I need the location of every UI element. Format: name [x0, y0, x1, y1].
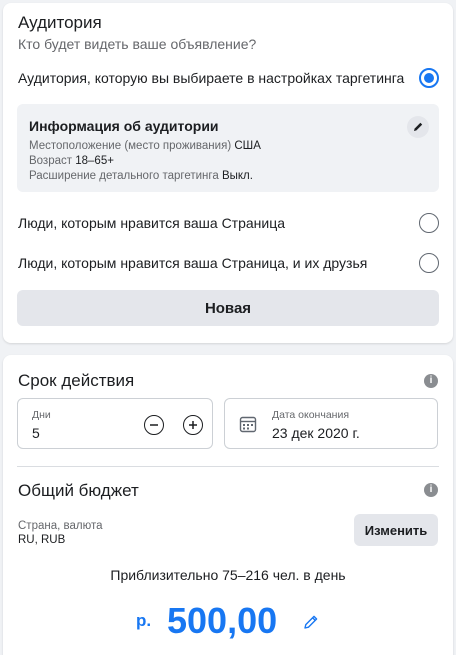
audience-option-page-likes[interactable]: Люди, которым нравится ваша Страница [3, 208, 453, 238]
radio-selected[interactable] [419, 68, 439, 88]
country-currency-value: RU, RUB [18, 534, 66, 546]
minus-icon [150, 424, 158, 426]
location-label: Местоположение (место проживания) [29, 140, 232, 152]
age-value: 18–65+ [75, 155, 114, 167]
audience-title: Аудитория [18, 13, 102, 32]
budget-amount-row[interactable]: р. 500,00 [3, 601, 453, 645]
duration-title: Срок действия [18, 371, 135, 390]
radio-unselected[interactable] [419, 213, 439, 233]
decrement-days-button[interactable] [144, 415, 164, 435]
section-divider [17, 466, 439, 467]
option-label: Люди, которым нравится ваша Страница [18, 215, 286, 231]
edit-audience-button[interactable] [407, 116, 429, 138]
audience-option-targeting[interactable]: Аудитория, которую вы выбираете в настро… [3, 63, 453, 93]
days-value: 5 [32, 425, 40, 441]
end-date-field[interactable]: Дата окончания 23 дек 2020 г. [224, 398, 438, 449]
expansion-line: Расширение детального таргетинга Выкл. [29, 170, 253, 182]
age-label: Возраст [29, 155, 73, 167]
option-label: Люди, которым нравится ваша Страница, и … [18, 255, 368, 271]
duration-budget-card: Срок действия i Дни 5 Дата окончания 23 … [3, 355, 453, 655]
country-currency-label: Страна, валюта [18, 520, 103, 532]
new-audience-button[interactable]: Новая [17, 290, 439, 326]
audience-info-box: Информация об аудитории Местоположение (… [17, 104, 439, 192]
days-label: Дни [32, 409, 51, 421]
duration-info-icon[interactable]: i [424, 374, 438, 388]
increment-days-button[interactable] [183, 415, 203, 435]
age-line: Возраст 18–65+ [29, 155, 114, 167]
expansion-value: Выкл. [221, 170, 253, 182]
plus-icon [189, 421, 197, 429]
radio-unselected[interactable] [419, 253, 439, 273]
budget-title: Общий бюджет [18, 481, 139, 500]
audience-option-page-likes-friends[interactable]: Люди, которым нравится ваша Страница, и … [3, 248, 453, 278]
end-date-label: Дата окончания [272, 409, 350, 421]
location-line: Местоположение (место проживания) США [29, 140, 261, 152]
location-value: США [234, 140, 261, 152]
expansion-label: Расширение детального таргетинга [29, 170, 219, 182]
days-field[interactable]: Дни 5 [17, 398, 213, 449]
audience-info-title: Информация об аудитории [29, 118, 219, 134]
pencil-icon[interactable] [302, 613, 320, 631]
budget-amount: 500,00 [167, 600, 278, 641]
calendar-icon [239, 416, 257, 433]
currency-symbol: р. [136, 611, 152, 630]
audience-subtitle: Кто будет видеть ваше объявление? [18, 36, 257, 52]
audience-card: Аудитория Кто будет видеть ваше объявлен… [3, 3, 453, 343]
end-date-value: 23 дек 2020 г. [272, 425, 360, 441]
option-label: Аудитория, которую вы выбираете в настро… [18, 70, 405, 86]
reach-estimate: Приблизительно 75–216 чел. в день [110, 567, 346, 583]
pencil-icon [414, 122, 423, 131]
budget-info-icon[interactable]: i [424, 483, 438, 497]
change-currency-button[interactable]: Изменить [354, 514, 438, 546]
